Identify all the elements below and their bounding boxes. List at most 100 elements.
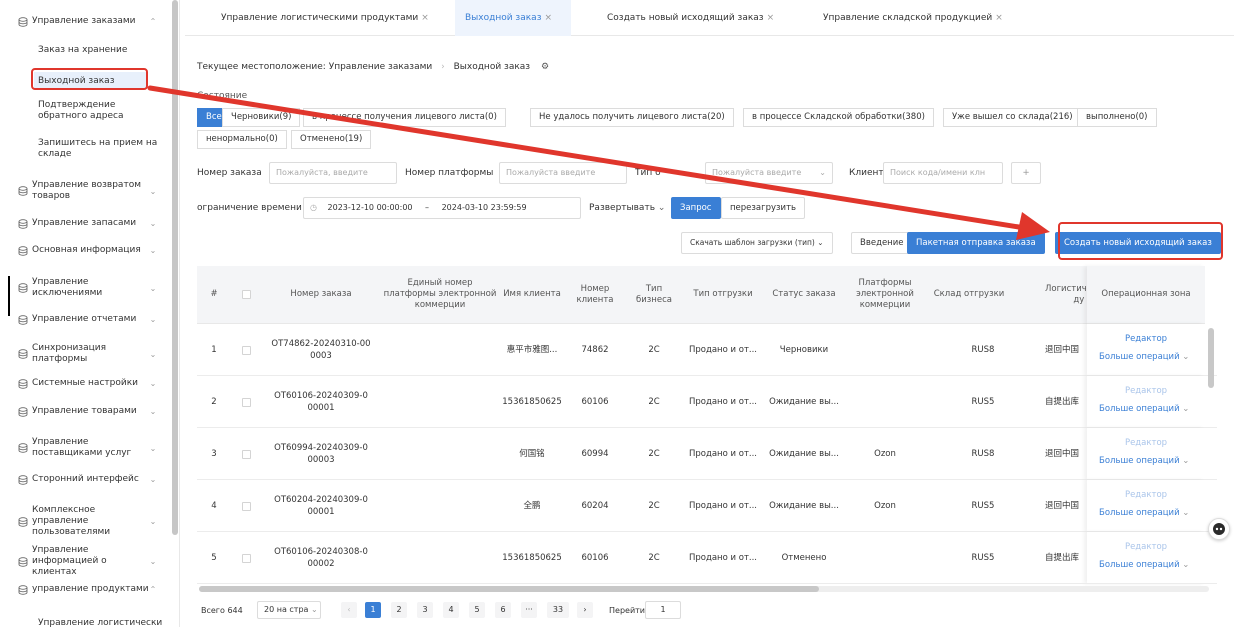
close-icon[interactable]: × — [421, 13, 429, 23]
status-chip-label-failed[interactable]: Не удалось получить лицевого листа(20) — [530, 108, 734, 127]
chevron-down-icon: ⌄ — [149, 557, 157, 566]
table-cell-ship-type: Продано и от... — [688, 449, 758, 459]
date-range-picker[interactable]: ◷ 2023-12-10 00:00:00 – 2024-03-10 23:59… — [303, 197, 581, 219]
tab-outbound-order[interactable]: Выходной заказ × — [455, 0, 571, 36]
chevron-down-icon: ⌄ — [1179, 560, 1190, 570]
sidebar-scrollbar[interactable] — [172, 0, 178, 535]
table-cell-warehouse: RUS8 — [971, 345, 995, 355]
more-operations-dropdown[interactable]: Больше операций ⌄ — [1099, 352, 1189, 362]
row-checkbox[interactable] — [241, 397, 251, 407]
edit-link[interactable]: Редактор — [1087, 542, 1205, 552]
more-operations-dropdown[interactable]: Больше операций ⌄ — [1099, 560, 1189, 570]
chevron-up-icon: ⌃ — [149, 585, 157, 594]
table-cell-n: 1 — [211, 345, 217, 355]
import-button[interactable]: Введение — [851, 232, 913, 254]
page-2[interactable]: 2 — [391, 602, 407, 618]
batch-send-button[interactable]: Пакетная отправка заказа — [907, 232, 1045, 254]
download-template-button[interactable]: Скачать шаблон загрузки (тип) ⌄ — [681, 232, 833, 254]
chevron-down-icon: ⌄ — [149, 349, 157, 359]
column-header-select[interactable] — [231, 266, 261, 324]
sidebar-group-platform-sync[interactable]: Синхронизация платформы ⌄ — [0, 343, 165, 365]
sidebar-group-inventory[interactable]: Управление запасами ⌄ — [0, 218, 165, 229]
row-checkbox[interactable] — [241, 501, 251, 511]
status-chip-shipped[interactable]: Уже вышел со склада(216) — [943, 108, 1082, 127]
sidebar-group-products[interactable]: управление продуктами ⌃ — [0, 584, 165, 595]
order-no-input[interactable]: Пожалуйста, введите — [269, 162, 397, 184]
sidebar-item-return-address[interactable]: Подтверждение обратного адреса — [38, 100, 163, 122]
sidebar-item-storage-order[interactable]: Заказ на хранение — [38, 45, 163, 56]
sidebar-group-providers[interactable]: Управление поставщиками услуг ⌄ — [0, 437, 165, 459]
page-5[interactable]: 5 — [469, 602, 485, 618]
chevron-down-icon: ⌄ — [1179, 352, 1190, 362]
time-limit-label: ограничение времени — [197, 203, 302, 213]
sidebar-group-orders[interactable]: Управление заказами ⌃ — [0, 16, 165, 27]
sidebar-group-users[interactable]: Комплексное управление пользователями ⌄ — [0, 505, 165, 538]
gear-icon[interactable]: ⚙ — [541, 62, 549, 72]
more-operations-dropdown[interactable]: Больше операций ⌄ — [1099, 456, 1189, 466]
tab-logistics-products[interactable]: Управление логистическими продуктами × — [211, 0, 439, 36]
sidebar-group-basic-info[interactable]: Основная информация ⌄ — [0, 245, 165, 256]
horizontal-scrollbar[interactable] — [199, 586, 1209, 592]
reset-button[interactable]: перезагрузить — [721, 197, 806, 219]
page-6[interactable]: 6 — [495, 602, 511, 618]
page-ellipsis[interactable]: ··· — [521, 602, 537, 618]
status-chip-getting-label[interactable]: в процессе получения лицевого листа(0) — [303, 108, 506, 127]
more-operations-dropdown[interactable]: Больше операций ⌄ — [1099, 508, 1189, 518]
chat-assistant-button[interactable] — [1208, 518, 1230, 540]
sidebar-item-logistics-products[interactable]: Управление логистически — [38, 618, 163, 627]
page-1[interactable]: 1 — [365, 602, 381, 618]
select-all-checkbox[interactable] — [241, 290, 251, 299]
order-number-line: OT60106-20240309-0 — [274, 391, 368, 401]
next-page-button[interactable]: › — [577, 602, 593, 618]
vertical-scrollbar[interactable] — [1208, 328, 1214, 388]
sidebar-group-goods[interactable]: Управление товарами ⌄ — [0, 406, 165, 417]
edit-link[interactable]: Редактор — [1087, 438, 1205, 448]
breadcrumb-parent[interactable]: Управление заказами — [329, 62, 433, 72]
platform-no-input[interactable]: Пожалуйста введите — [499, 162, 627, 184]
table-cell-client-no: 60204 — [581, 501, 609, 511]
sidebar-group-clients[interactable]: Управление информацией о клиентах ⌄ — [0, 545, 165, 578]
row-checkbox[interactable] — [241, 553, 251, 563]
type-select[interactable]: Пожалуйста введите ⌄ — [705, 162, 833, 184]
more-operations-dropdown[interactable]: Больше операций ⌄ — [1099, 404, 1189, 414]
sidebar-group-returns[interactable]: Управление возвратом товаров ⌄ — [0, 180, 165, 202]
client-search-input[interactable]: Поиск кода/имени клн — [883, 162, 1003, 184]
goto-label: Перейти — [609, 606, 645, 615]
sidebar-item-warehouse-appointment[interactable]: Запишитесь на прием на складе — [38, 138, 163, 160]
chevron-down-icon: ⌄ — [149, 219, 157, 228]
edit-link[interactable]: Редактор — [1087, 334, 1205, 344]
page-size-select[interactable]: 20 на стра ⌄ — [257, 601, 321, 619]
expand-toggle[interactable]: Развертывать ⌄ — [589, 203, 665, 213]
sidebar-group-third-party[interactable]: Сторонний интерфейс ⌄ — [0, 474, 165, 485]
status-chip-done[interactable]: выполнено(0) — [1077, 108, 1157, 127]
tab-warehouse-products[interactable]: Управление складской продукцией × — [813, 0, 1013, 36]
close-icon[interactable]: × — [767, 13, 775, 23]
sidebar-group-system-settings[interactable]: Системные настройки ⌄ — [0, 378, 165, 389]
close-icon[interactable]: × — [544, 13, 552, 23]
query-button[interactable]: Запрос — [671, 197, 721, 219]
table-cell-biz: 2C — [648, 449, 660, 459]
page-33[interactable]: 33 — [547, 602, 569, 618]
status-chip-abnormal[interactable]: ненормально(0) — [197, 130, 287, 149]
status-chip-drafts[interactable]: Черновики(9) — [222, 108, 301, 127]
close-icon[interactable]: × — [995, 13, 1003, 23]
row-checkbox[interactable] — [241, 449, 251, 459]
row-operations: Редактор Больше операций ⌄ — [1087, 376, 1205, 428]
scrollbar-thumb[interactable] — [199, 586, 819, 592]
sidebar-group-reports[interactable]: Управление отчетами ⌄ — [0, 314, 165, 325]
status-chip-processing[interactable]: в процессе Складской обработки(380) — [743, 108, 934, 127]
edit-link[interactable]: Редактор — [1087, 490, 1205, 500]
table-cell-platform-no — [381, 376, 499, 428]
edit-link[interactable]: Редактор — [1087, 386, 1205, 396]
page-3[interactable]: 3 — [417, 602, 433, 618]
page-4[interactable]: 4 — [443, 602, 459, 618]
database-icon — [18, 406, 28, 417]
row-checkbox[interactable] — [241, 345, 251, 355]
add-client-button[interactable]: + — [1011, 162, 1041, 184]
prev-page-button[interactable]: ‹ — [341, 602, 357, 618]
table-cell-order: OT60106-20240308-0 00002 — [261, 532, 381, 584]
goto-page-input[interactable]: 1 — [645, 601, 681, 619]
tab-create-outbound[interactable]: Создать новый исходящий заказ × — [597, 0, 784, 36]
status-chip-cancelled[interactable]: Отменено(19) — [291, 130, 372, 149]
sidebar-group-exceptions[interactable]: Управление исключениями ⌄ — [0, 277, 165, 299]
